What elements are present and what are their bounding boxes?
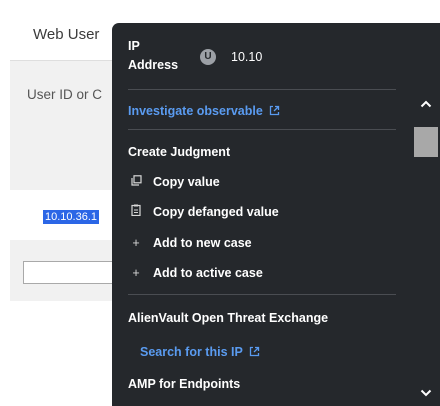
copy-defanged-value-item[interactable]: Copy defanged value — [128, 201, 398, 223]
add-to-active-case-item[interactable]: + Add to active case — [128, 262, 398, 284]
observable-type-label: IP Address — [128, 39, 179, 72]
copy-value-item[interactable]: Copy value — [128, 171, 398, 193]
disposition-badge: U — [200, 49, 216, 65]
plus-icon: + — [132, 266, 140, 280]
ip-observable[interactable]: 10.10.36.1 — [43, 210, 99, 224]
observable-header: IP Address U 10.10 — [128, 37, 418, 85]
external-link-icon — [249, 342, 260, 364]
scroll-up-arrow[interactable] — [412, 95, 440, 115]
copy-icon — [128, 171, 144, 193]
create-judgment-item[interactable]: Create Judgment — [128, 141, 398, 163]
section-title-alienvault: AlienVault Open Threat Exchange — [128, 311, 329, 325]
plus-icon: + — [132, 236, 140, 250]
scrollbar-thumb[interactable] — [414, 127, 438, 157]
field-label: User ID or C — [27, 87, 103, 102]
divider — [128, 129, 396, 130]
clipboard-icon — [128, 201, 144, 223]
page-title: Web User — [33, 26, 100, 43]
divider — [128, 89, 396, 90]
add-to-new-case-item[interactable]: + Add to new case — [128, 232, 398, 254]
observable-context-menu: IP Address U 10.10 Investigate observabl… — [112, 23, 440, 406]
search-alienvault-link[interactable]: Search for this IP — [140, 341, 410, 363]
external-link-icon — [269, 101, 280, 123]
divider — [128, 294, 396, 295]
section-title-amp: AMP for Endpoints — [128, 377, 241, 391]
observable-value: 10.10 — [231, 50, 263, 64]
investigate-observable-link[interactable]: Investigate observable — [128, 100, 398, 122]
scroll-down-arrow[interactable] — [412, 384, 440, 404]
